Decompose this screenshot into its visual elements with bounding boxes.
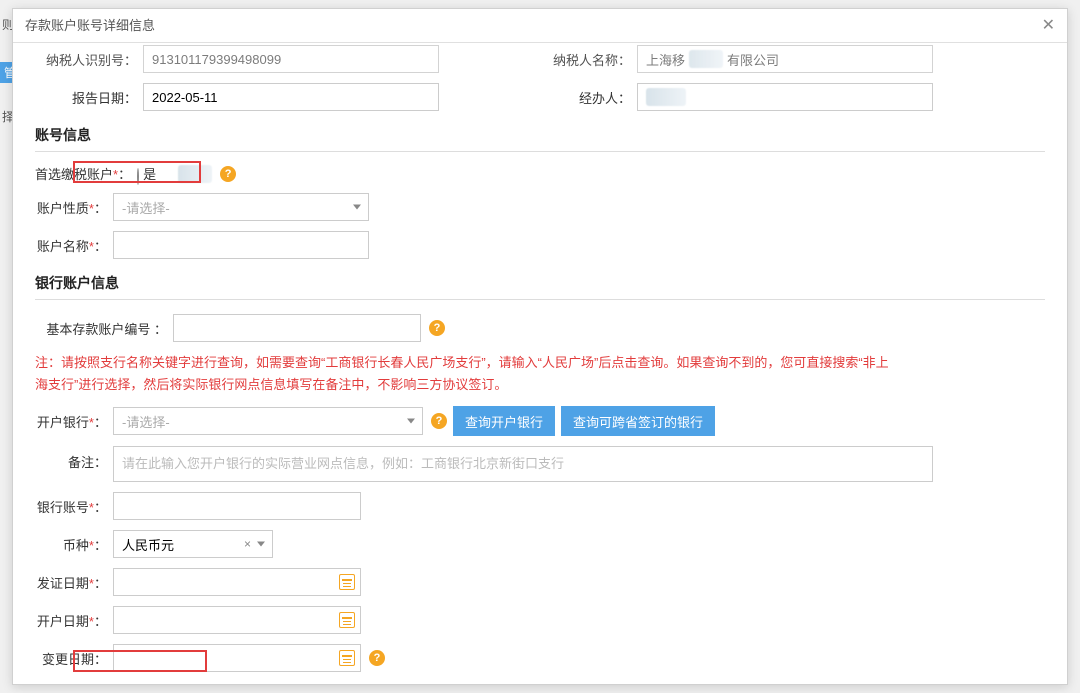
taxpayer-name-input[interactable]: 上海移 有限公司 (637, 45, 933, 73)
report-row: 报告日期： 经办人： (35, 83, 1045, 111)
help-icon[interactable]: ? (431, 413, 447, 429)
chevron-down-icon (407, 419, 415, 424)
open-bank-row: 开户银行*： ? 查询开户银行 查询可跨省签订的银行 (35, 406, 1045, 436)
open-bank-label: 开户银行*： (35, 412, 113, 431)
help-icon[interactable]: ? (369, 650, 385, 666)
basic-deposit-no-label: 基本存款账户编号 ： (35, 319, 173, 338)
chevron-down-icon (257, 542, 265, 547)
bank-no-input[interactable] (113, 492, 361, 520)
modal-header: 存款账户账号详细信息 ✕ (13, 9, 1067, 43)
taxpayer-name-suffix: 有限公司 (727, 50, 779, 69)
taxpayer-name-prefix: 上海移 (646, 50, 685, 69)
issue-date-row: 发证日期*： (35, 568, 1045, 596)
change-date-label: 变更日期： (35, 649, 113, 668)
account-nature-row: 账户性质*： (35, 193, 1045, 221)
taxpayer-name-label: 纳税人名称： (547, 50, 637, 69)
taxpayer-id-label: 纳税人识别号： (35, 50, 143, 69)
account-name-row: 账户名称*： (35, 231, 1045, 259)
basic-deposit-no-row: 基本存款账户编号 ： ? (35, 314, 1045, 342)
open-date-input[interactable] (113, 606, 361, 634)
remark-row: 备注： (35, 446, 1045, 482)
section-account-info: 账号信息 (35, 121, 1045, 152)
open-date-row: 开户日期*： (35, 606, 1045, 634)
report-date-label: 报告日期： (35, 88, 143, 107)
calendar-icon[interactable] (339, 574, 355, 590)
section-refund-info: 退税信息 (35, 682, 1045, 684)
redacted-block (178, 165, 212, 183)
currency-label: 币种*： (35, 535, 113, 554)
taxpayer-id-input[interactable] (143, 45, 439, 73)
deposit-account-detail-modal: 存款账户账号详细信息 ✕ 纳税人识别号： 纳税人名称： 上海移 有限公司 报告日… (12, 8, 1068, 685)
account-nature-label: 账户性质*： (35, 198, 113, 217)
query-open-bank-button[interactable]: 查询开户银行 (453, 406, 555, 436)
issue-date-label: 发证日期*： (35, 573, 113, 592)
remark-textarea[interactable] (113, 446, 933, 482)
clear-icon[interactable]: × (244, 537, 251, 551)
account-name-label: 账户名称*： (35, 236, 113, 255)
report-date-input[interactable] (143, 83, 439, 111)
bank-no-row: 银行账号*： (35, 492, 1045, 520)
open-bank-select[interactable] (113, 407, 423, 435)
bank-no-label: 银行账号*： (35, 497, 113, 516)
remark-label: 备注： (35, 446, 113, 471)
close-icon[interactable]: ✕ (1042, 9, 1055, 43)
prefer-tax-account-label: 首选缴税账户*： (35, 164, 131, 183)
prefer-yes-label: 是 (143, 167, 156, 182)
prefer-yes-radio[interactable] (137, 168, 139, 185)
operator-input[interactable] (637, 83, 933, 111)
change-date-row: 变更日期： ? (35, 644, 1045, 672)
issue-date-input[interactable] (113, 568, 361, 596)
help-icon[interactable]: ? (429, 320, 445, 336)
change-date-input[interactable] (113, 644, 361, 672)
modal-body: 纳税人识别号： 纳税人名称： 上海移 有限公司 报告日期： 经办人： (13, 43, 1067, 684)
modal-title: 存款账户账号详细信息 (25, 9, 155, 43)
chevron-down-icon (353, 205, 361, 210)
operator-label: 经办人： (547, 88, 637, 107)
redacted-block (689, 50, 723, 68)
branch-search-note: 注：请按照支行名称关键字进行查询，如需要查询“工商银行长春人民广场支行”，请输入… (35, 352, 895, 396)
open-date-label: 开户日期*： (35, 611, 113, 630)
redacted-block (646, 88, 686, 106)
calendar-icon[interactable] (339, 650, 355, 666)
query-cross-province-bank-button[interactable]: 查询可跨省签订的银行 (561, 406, 715, 436)
account-nature-select[interactable] (113, 193, 369, 221)
prefer-tax-account-row: 首选缴税账户*： 是 ? (35, 164, 1045, 183)
account-name-input[interactable] (113, 231, 369, 259)
help-icon[interactable]: ? (220, 166, 236, 182)
section-bank-info: 银行账户信息 (35, 269, 1045, 300)
taxpayer-row: 纳税人识别号： 纳税人名称： 上海移 有限公司 (35, 45, 1045, 73)
basic-deposit-no-input[interactable] (173, 314, 421, 342)
currency-row: 币种*： × (35, 530, 1045, 558)
calendar-icon[interactable] (339, 612, 355, 628)
